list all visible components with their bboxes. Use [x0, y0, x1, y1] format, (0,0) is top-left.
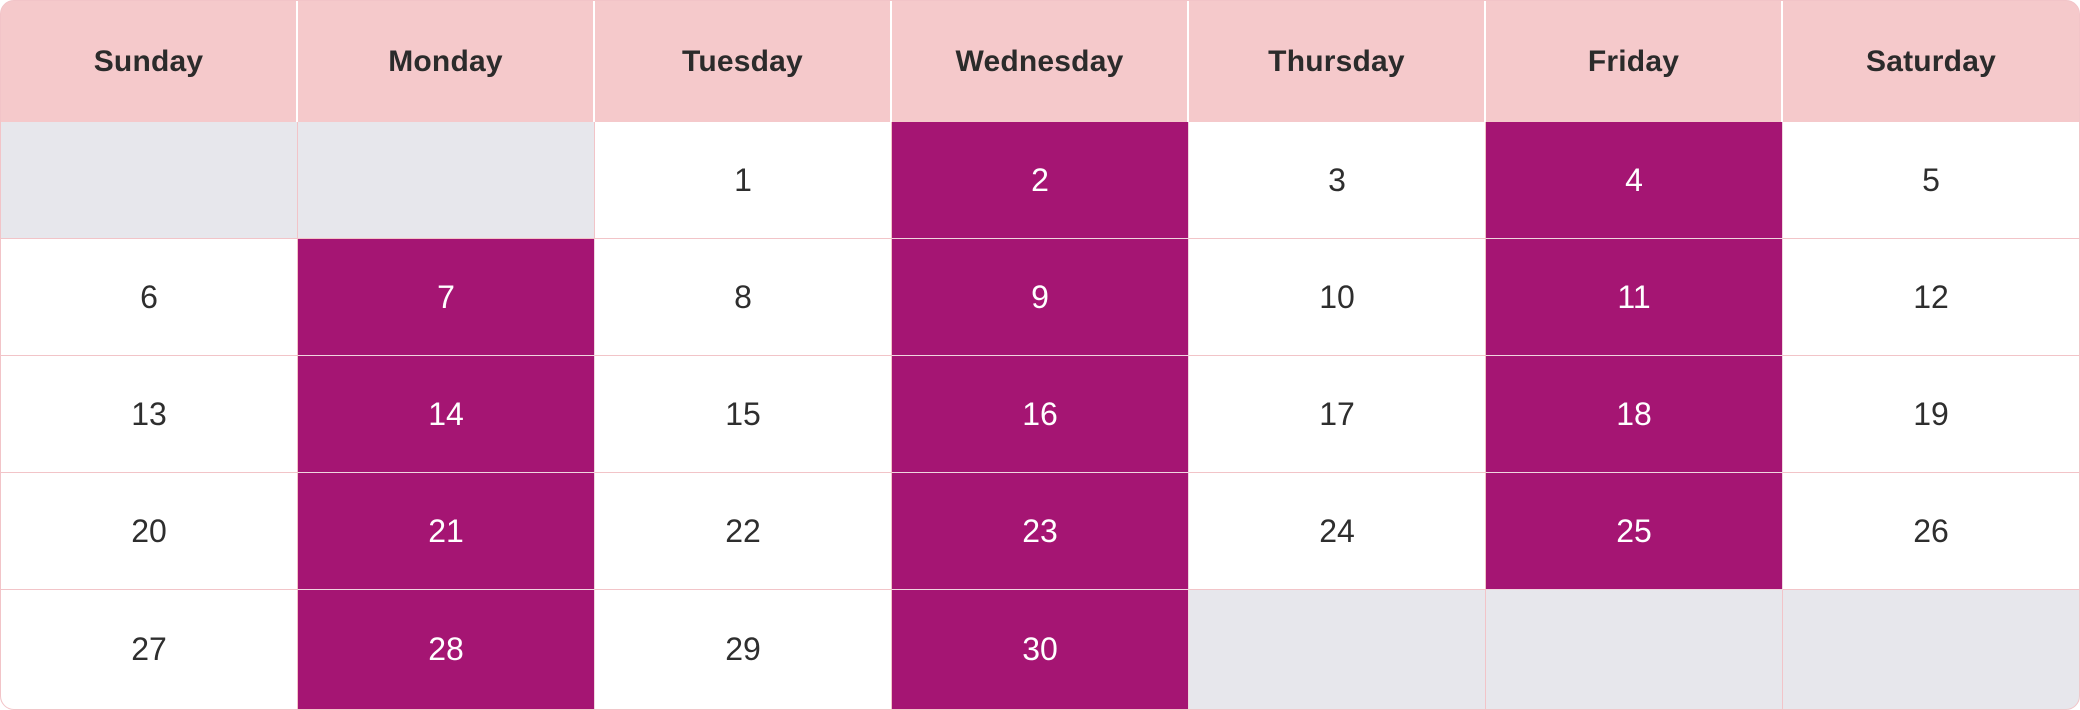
- day-cell-empty: [1189, 590, 1486, 709]
- day-cell[interactable]: 17: [1189, 356, 1486, 473]
- day-cell-highlighted[interactable]: 7: [298, 239, 595, 356]
- day-cell-highlighted[interactable]: 28: [298, 590, 595, 709]
- weekday-header-friday: Friday: [1486, 1, 1783, 122]
- day-cell-highlighted[interactable]: 14: [298, 356, 595, 473]
- day-cell[interactable]: 19: [1783, 356, 2079, 473]
- day-cell[interactable]: 10: [1189, 239, 1486, 356]
- day-cell-highlighted[interactable]: 11: [1486, 239, 1783, 356]
- day-cell[interactable]: 8: [595, 239, 892, 356]
- day-cell[interactable]: 13: [1, 356, 298, 473]
- day-cell[interactable]: 3: [1189, 122, 1486, 239]
- calendar-grid: Sunday Monday Tuesday Wednesday Thursday…: [0, 0, 2080, 710]
- day-cell-highlighted[interactable]: 16: [892, 356, 1189, 473]
- weekday-header-sunday: Sunday: [1, 1, 298, 122]
- day-cell[interactable]: 24: [1189, 473, 1486, 590]
- day-cell-empty: [1486, 590, 1783, 709]
- weekday-header-thursday: Thursday: [1189, 1, 1486, 122]
- day-cell[interactable]: 22: [595, 473, 892, 590]
- day-cell[interactable]: 6: [1, 239, 298, 356]
- day-cell-empty: [1, 122, 298, 239]
- day-cell-highlighted[interactable]: 9: [892, 239, 1189, 356]
- day-cell[interactable]: 29: [595, 590, 892, 709]
- day-cell-highlighted[interactable]: 23: [892, 473, 1189, 590]
- day-cell[interactable]: 20: [1, 473, 298, 590]
- day-cell-empty: [1783, 590, 2079, 709]
- weekday-header-monday: Monday: [298, 1, 595, 122]
- day-cell[interactable]: 27: [1, 590, 298, 709]
- day-cell-highlighted[interactable]: 30: [892, 590, 1189, 709]
- day-cell[interactable]: 12: [1783, 239, 2079, 356]
- day-cell-empty: [298, 122, 595, 239]
- day-cell[interactable]: 5: [1783, 122, 2079, 239]
- weekday-header-tuesday: Tuesday: [595, 1, 892, 122]
- day-cell-highlighted[interactable]: 25: [1486, 473, 1783, 590]
- day-cell[interactable]: 26: [1783, 473, 2079, 590]
- day-cell[interactable]: 15: [595, 356, 892, 473]
- day-cell-highlighted[interactable]: 2: [892, 122, 1189, 239]
- day-cell-highlighted[interactable]: 4: [1486, 122, 1783, 239]
- weekday-header-saturday: Saturday: [1783, 1, 2079, 122]
- day-cell[interactable]: 1: [595, 122, 892, 239]
- day-cell-highlighted[interactable]: 21: [298, 473, 595, 590]
- day-cell-highlighted[interactable]: 18: [1486, 356, 1783, 473]
- weekday-header-wednesday: Wednesday: [892, 1, 1189, 122]
